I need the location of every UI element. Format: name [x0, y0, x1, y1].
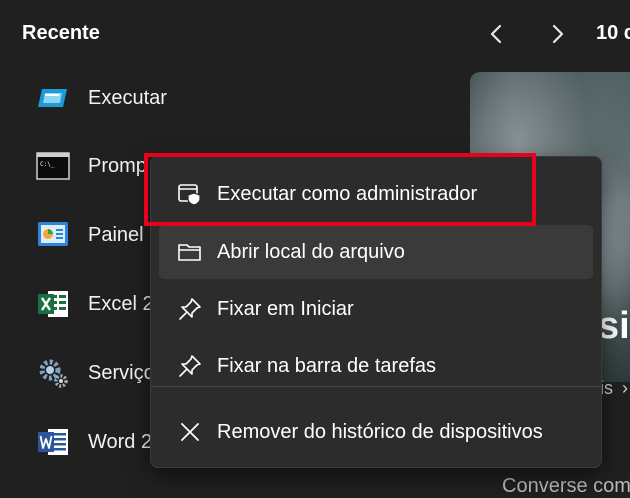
command-prompt-icon: C:\_ — [36, 149, 70, 183]
recent-app-label: Painel — [88, 223, 144, 246]
chevron-right-icon[interactable] — [543, 20, 571, 48]
svg-text:C:\_: C:\_ — [40, 161, 55, 168]
excel-icon — [36, 287, 70, 321]
recent-app-servicos[interactable]: Serviço — [36, 353, 156, 393]
menu-item-label: Abrir local do arquivo — [217, 240, 405, 263]
recent-app-prompt[interactable]: C:\_ Promp — [36, 146, 156, 186]
menu-item-open-file-location[interactable]: Abrir local do arquivo — [159, 225, 593, 279]
recent-app-executar[interactable]: Executar — [36, 78, 167, 118]
date-label: 10 d — [596, 22, 630, 44]
recent-app-label: Promp — [88, 154, 147, 177]
menu-divider — [151, 386, 601, 387]
pin-icon — [176, 295, 204, 323]
recent-title: Recente — [22, 22, 100, 44]
chevron-right-icon: › — [622, 378, 629, 398]
control-panel-icon — [36, 218, 70, 252]
services-gear-icon — [36, 356, 70, 390]
highlight-box — [144, 153, 536, 226]
menu-item-label: Fixar na barra de tarefas — [217, 354, 436, 377]
recent-app-label: Executar — [88, 86, 167, 109]
recent-app-label: Word 2 — [88, 430, 153, 453]
close-icon — [176, 418, 204, 446]
menu-item-pin-to-taskbar[interactable]: Fixar na barra de tarefas — [159, 339, 593, 393]
menu-item-label: Fixar em Iniciar — [217, 297, 354, 320]
folder-icon — [176, 238, 204, 266]
recent-app-excel[interactable]: Excel 2 — [36, 284, 156, 324]
word-icon — [36, 425, 70, 459]
recent-app-word[interactable]: Word 2 — [36, 422, 156, 462]
recent-app-label: Serviço — [88, 361, 155, 384]
menu-item-label: Remover do histórico de dispositivos — [217, 420, 543, 443]
recent-app-label: Excel 2 — [88, 292, 154, 315]
pin-icon — [176, 352, 204, 380]
chevron-left-icon[interactable] — [483, 20, 511, 48]
run-icon — [36, 81, 70, 115]
news-subtitle: is › — [600, 378, 628, 399]
recent-app-painel[interactable]: Painel — [36, 215, 156, 255]
menu-item-remove-from-history[interactable]: Remover do histórico de dispositivos — [159, 405, 593, 459]
menu-item-pin-to-start[interactable]: Fixar em Iniciar — [159, 282, 593, 336]
news-headline[interactable]: si — [598, 305, 630, 348]
